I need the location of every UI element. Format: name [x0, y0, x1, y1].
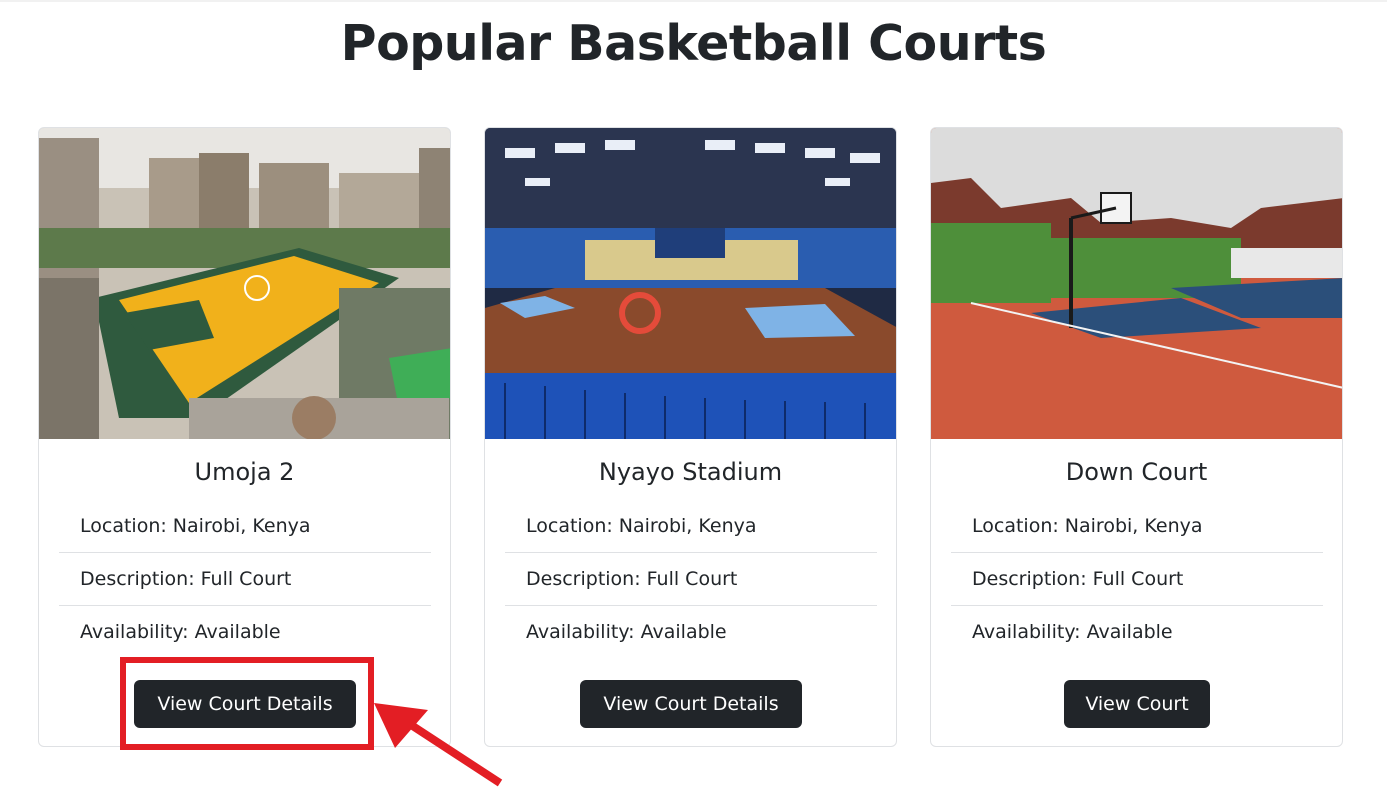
court-availability: Availability: Available	[80, 621, 281, 643]
court-info-list: Location: Nairobi, Kenya Description: Fu…	[505, 500, 877, 659]
court-availability: Availability: Available	[526, 621, 727, 643]
court-card-nyayo-stadium: Nyayo Stadium Location: Nairobi, Kenya D…	[484, 127, 897, 747]
court-photo-umoja-2	[39, 128, 450, 439]
court-card-down-court: Down Court Location: Nairobi, Kenya Desc…	[930, 127, 1343, 747]
court-info-list: Location: Nairobi, Kenya Description: Fu…	[59, 500, 431, 659]
court-location: Location: Nairobi, Kenya	[951, 500, 1323, 553]
view-court-details-button[interactable]: View Court Details	[580, 680, 802, 728]
court-description: Description: Full Court	[951, 553, 1323, 606]
court-availability: Availability: Available	[972, 621, 1173, 643]
view-court-button[interactable]: View Court	[1064, 680, 1210, 728]
court-card-umoja-2: Umoja 2 Location: Nairobi, Kenya Descrip…	[38, 127, 451, 747]
court-name: Umoja 2	[194, 458, 295, 486]
court-description: Description: Full Court	[59, 553, 431, 606]
court-photo-down-court	[931, 128, 1342, 439]
court-name: Down Court	[1065, 458, 1208, 486]
court-location: Location: Nairobi, Kenya	[59, 500, 431, 553]
court-name: Nyayo Stadium	[598, 458, 783, 486]
top-divider	[0, 0, 1387, 2]
court-location: Location: Nairobi, Kenya	[505, 500, 877, 553]
page: Popular Basketball Courts Umoja 2 Locati…	[0, 0, 1387, 811]
page-title: Popular Basketball Courts	[340, 15, 1047, 72]
court-description: Description: Full Court	[505, 553, 877, 606]
court-info-list: Location: Nairobi, Kenya Description: Fu…	[951, 500, 1323, 659]
court-photo-nyayo-stadium	[485, 128, 896, 439]
view-court-details-button[interactable]: View Court Details	[134, 680, 356, 728]
